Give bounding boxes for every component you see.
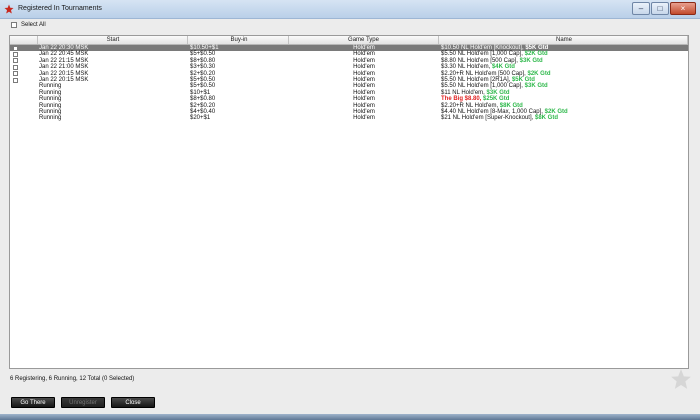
close-window-button[interactable]: × [670, 2, 696, 15]
status-text: 6 Registering, 6 Running, 12 Total (0 Se… [10, 376, 135, 382]
col-header-checkbox[interactable] [10, 36, 38, 44]
select-all-checkbox[interactable] [11, 22, 17, 28]
guarantee-badge: $2K Gtd [524, 51, 548, 58]
select-all[interactable]: Select All [11, 22, 46, 28]
taskbar [0, 414, 700, 420]
tournament-name: $4.40 NL Hold'em [8-Max, 1,000 Cap], [441, 108, 543, 115]
featured-tournament-name: The Big $8.80, [441, 96, 482, 103]
col-header-game-type[interactable]: Game Type [289, 36, 439, 44]
tournament-name: $3.30 NL Hold'em, [441, 64, 491, 71]
tournament-table: Start Buy-in Game Type Name Jan 22 20:30… [9, 35, 689, 369]
guarantee-badge: $3K Gtd [486, 89, 510, 96]
table-header: Start Buy-in Game Type Name [10, 36, 688, 45]
tournament-name: $8.80 NL Hold'em [500 Cap], [441, 57, 518, 64]
tournament-name: $21 NL Hold'em [Super-Knockout], [441, 115, 534, 122]
close-button[interactable]: Close [111, 397, 155, 408]
row-checkbox-cell [10, 115, 38, 121]
col-header-start[interactable]: Start [38, 36, 188, 44]
tournament-name: $5.50 NL Hold'em [2R1A], [441, 76, 511, 83]
col-header-buyin[interactable]: Buy-in [188, 36, 289, 44]
guarantee-badge: $25K Gtd [483, 96, 510, 103]
guarantee-badge: $3K Gtd [524, 83, 548, 90]
tournament-name: $5.50 NL Hold'em [1,000 Cap], [441, 83, 523, 90]
cell-game-type: Hold'em [353, 115, 375, 122]
col-header-name[interactable]: Name [439, 36, 688, 44]
cell-start: Running [39, 115, 62, 122]
cell-name: $21 NL Hold'em [Super-Knockout], $8K Gtd [439, 115, 688, 121]
select-all-label: Select All [21, 22, 46, 28]
title-bar: Registered In Tournaments – □ × [0, 0, 700, 19]
unregister-button[interactable]: Unregister [61, 397, 105, 408]
star-watermark-icon [671, 369, 691, 389]
tournament-name: $11 NL Hold'em, [441, 89, 485, 96]
guarantee-badge: $8K Gtd [499, 102, 523, 109]
guarantee-badge: $2K Gtd [544, 108, 568, 115]
row-checkbox[interactable] [13, 64, 18, 70]
tournament-name: $10.50 NL Hold'em [Knockout], [441, 45, 524, 51]
tournament-name: $2.20+R NL Hold'em, [441, 102, 499, 109]
table-row[interactable]: Running $20+$1 Hold'em $21 NL Hold'em [Supe… [10, 115, 688, 121]
guarantee-badge: $2K Gtd [527, 70, 551, 77]
minimize-button[interactable]: – [632, 2, 650, 15]
window-title: Registered In Tournaments [18, 5, 102, 12]
row-checkbox[interactable] [13, 45, 18, 51]
guarantee-badge: $5K Gtd [525, 45, 549, 51]
table-body: Jan 22 20:30 MSK $10.50+$1 Hold'em $10.50 N… [10, 45, 688, 122]
pokerstars-logo-icon [4, 4, 14, 14]
guarantee-badge: $3K Gtd [519, 57, 543, 64]
maximize-button[interactable]: □ [651, 2, 669, 15]
guarantee-badge: $4K Gtd [491, 64, 515, 71]
row-checkbox[interactable] [13, 77, 18, 83]
guarantee-badge: $5K Gtd [511, 76, 535, 83]
tournament-name: $5.50 NL Hold'em [1,000 Cap], [441, 51, 523, 58]
cell-buyin: $20+$1 [190, 115, 211, 122]
go-there-button[interactable]: Go There [11, 397, 55, 408]
guarantee-badge: $8K Gtd [534, 115, 558, 122]
row-checkbox[interactable] [13, 71, 18, 77]
row-checkbox[interactable] [13, 52, 18, 58]
row-checkbox[interactable] [13, 58, 18, 64]
tournament-name: $2.20+R NL Hold'em [500 Cap], [441, 70, 526, 77]
